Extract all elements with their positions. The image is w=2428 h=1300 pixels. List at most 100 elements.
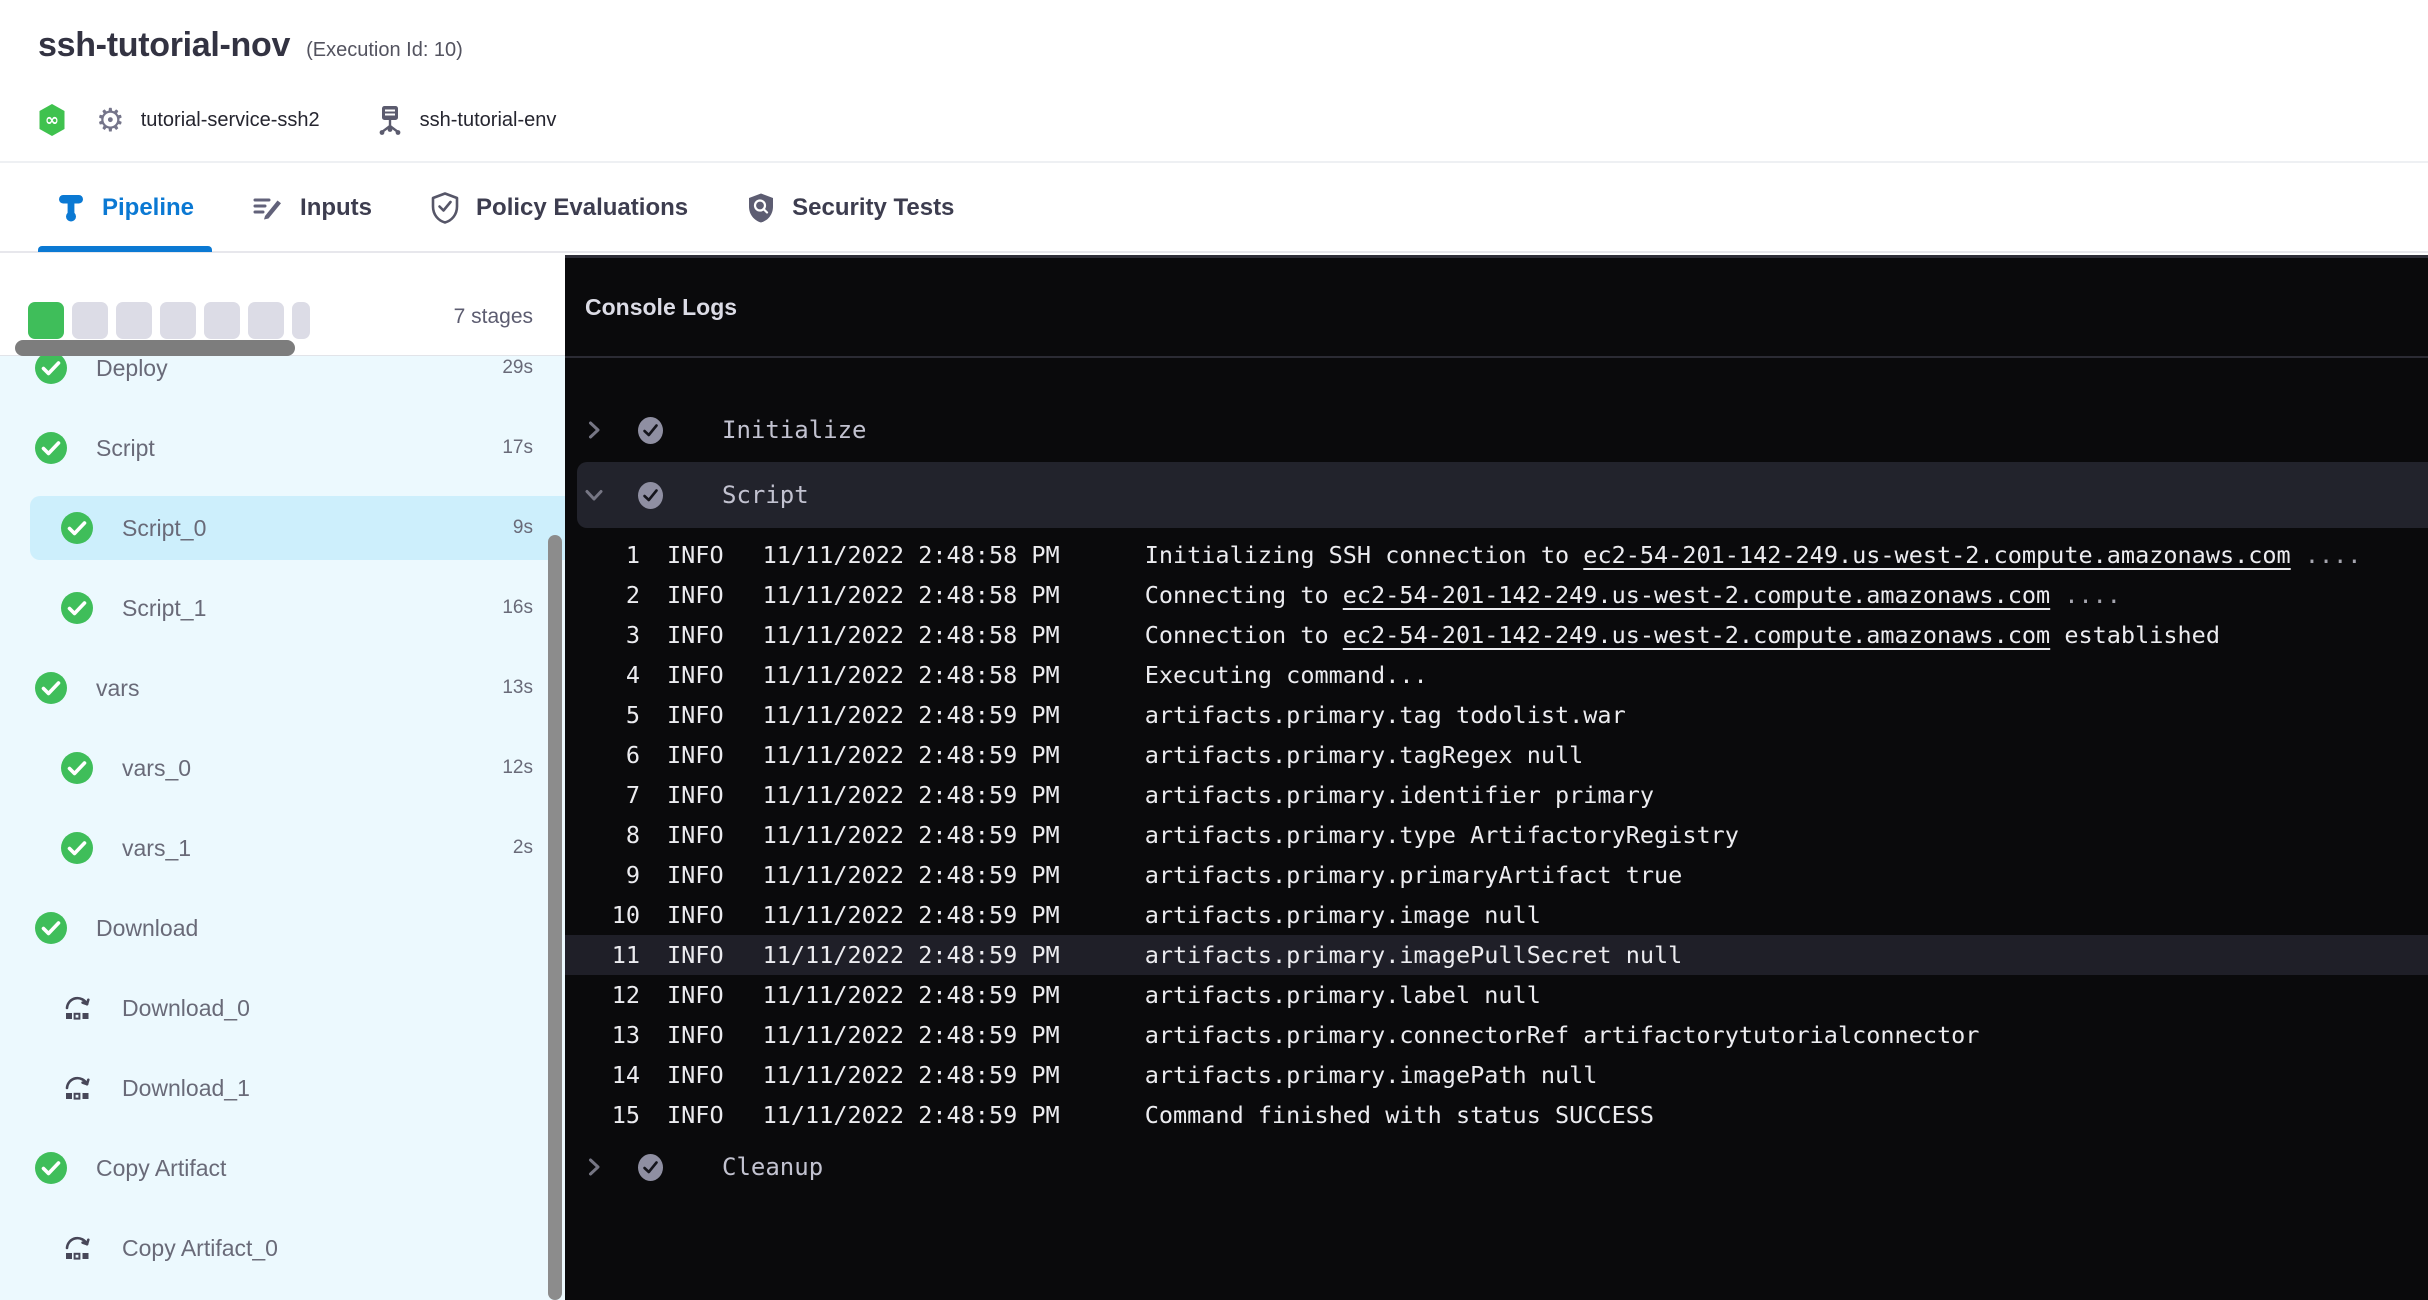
tab-pipeline[interactable]: Pipeline <box>56 164 194 252</box>
environment-name[interactable]: ssh-tutorial-env <box>420 109 557 132</box>
log-line-number: 2 <box>565 581 640 609</box>
log-level: INFO <box>667 1021 724 1049</box>
chevron-right-icon[interactable] <box>583 1156 605 1178</box>
stage-label: Script_1 <box>122 595 206 622</box>
success-check-icon <box>60 591 94 625</box>
log-line: 4INFO11/11/2022 2:48:58 PMExecuting comm… <box>565 655 2428 695</box>
policy-shield-check-icon <box>430 191 460 225</box>
stage-label: Script <box>96 435 155 462</box>
stage-row-script-0[interactable]: Script_0 9s <box>0 488 565 568</box>
stage-row-download[interactable]: Download <box>0 888 565 968</box>
log-section-script[interactable]: Script <box>577 462 2428 528</box>
log-message: artifacts.primary.type ArtifactoryRegist… <box>1145 821 1739 849</box>
stage-row-copy-artifact[interactable]: Copy Artifact <box>0 1128 565 1208</box>
stages-summary: 7 stages <box>0 255 565 356</box>
chevron-right-icon[interactable] <box>583 419 605 441</box>
log-host-link[interactable]: ec2-54-201-142-249.us-west-2.compute.ama… <box>1583 541 2290 569</box>
stage-label: vars_1 <box>122 835 191 862</box>
log-message-suffix: .... <box>2291 541 2362 569</box>
stage-progress <box>28 302 310 339</box>
service-name[interactable]: tutorial-service-ssh2 <box>141 109 320 132</box>
stage-row-deploy[interactable]: Deploy29s <box>0 356 565 408</box>
log-line-number: 5 <box>565 701 640 729</box>
log-level: INFO <box>667 781 724 809</box>
log-host-link[interactable]: ec2-54-201-142-249.us-west-2.compute.ama… <box>1343 621 2050 649</box>
log-section-title: Cleanup <box>722 1153 823 1181</box>
vertical-scrollbar[interactable] <box>548 535 562 1300</box>
progress-square <box>248 302 284 339</box>
console-body: InitializeScript1INFO11/11/2022 2:48:58 … <box>565 358 2428 1197</box>
stage-list-inner: Deploy29sScript17sScript_09sScript_116sv… <box>0 356 565 1288</box>
success-check-icon <box>34 911 68 945</box>
stage-row-script-1[interactable]: Script_116s <box>0 568 565 648</box>
log-message: Initializing SSH connection to ec2-54-20… <box>1145 541 2362 569</box>
log-message: artifacts.primary.connectorRef artifacto… <box>1145 1021 1980 1049</box>
log-level: INFO <box>667 621 724 649</box>
success-check-icon <box>637 416 664 445</box>
success-check-icon <box>60 511 94 545</box>
log-section-cleanup[interactable]: Cleanup <box>565 1137 2428 1197</box>
log-line: 13 INFO 11/11/2022 2:48:59 PM artifacts.pri… <box>565 1015 2428 1055</box>
log-line-number: 13 <box>565 1021 640 1049</box>
log-timestamp: 11/11/2022 2:48:59 PM <box>763 1021 1060 1049</box>
inputs-icon <box>252 192 284 224</box>
success-check-icon <box>60 831 94 865</box>
log-line: 3 INFO 11/11/2022 2:48:58 PM Connection to … <box>565 615 2428 655</box>
log-line: 14INFO11/11/2022 2:48:59 PMartifacts.pri… <box>565 1055 2428 1095</box>
log-message: Connection to ec2-54-201-142-249.us-west… <box>1145 621 2220 649</box>
console-header: Console Logs <box>565 258 2428 358</box>
stage-row-copy-artifact-0[interactable]: Copy Artifact_0 <box>0 1208 565 1288</box>
log-line: 12INFO11/11/2022 2:48:59 PMartifacts.pri… <box>565 975 2428 1015</box>
stage-row-vars-1[interactable]: vars_1 2s <box>0 808 565 888</box>
log-section-title: Script <box>722 481 809 509</box>
log-line-number: 3 <box>565 621 640 649</box>
tab-security-tests[interactable]: Security Tests <box>746 164 954 252</box>
log-line: 5INFO11/11/2022 2:48:59 PMartifacts.prim… <box>565 695 2428 735</box>
log-timestamp: 11/11/2022 2:48:59 PM <box>763 821 1060 849</box>
log-host-link[interactable]: ec2-54-201-142-249.us-west-2.compute.ama… <box>1343 581 2050 609</box>
progress-square <box>292 302 310 339</box>
tab-label: Policy Evaluations <box>476 194 688 222</box>
log-level: INFO <box>667 901 724 929</box>
log-line: 15INFO11/11/2022 2:48:59 PMCommand finis… <box>565 1095 2428 1135</box>
success-check-icon <box>637 481 664 510</box>
log-message: Command finished with status SUCCESS <box>1145 1101 1654 1129</box>
stage-duration: 9s <box>513 517 533 539</box>
chevron-down-icon[interactable] <box>583 484 605 506</box>
stage-row-download-1[interactable]: Download_1 <box>0 1048 565 1128</box>
log-level: INFO <box>667 981 724 1009</box>
stage-row-script[interactable]: Script17s <box>0 408 565 488</box>
log-timestamp: 11/11/2022 2:48:59 PM <box>763 861 1060 889</box>
log-level: INFO <box>667 701 724 729</box>
tab-inputs[interactable]: Inputs <box>252 164 372 252</box>
execution-content: 7 stages Deploy29sScript17sScript_09sScr… <box>0 255 2428 1300</box>
success-check-icon <box>34 671 68 705</box>
log-message: artifacts.primary.primaryArtifact true <box>1145 861 1683 889</box>
stage-duration: 29s <box>502 357 533 379</box>
progress-square <box>116 302 152 339</box>
log-timestamp: 11/11/2022 2:48:59 PM <box>763 981 1060 1009</box>
log-timestamp: 11/11/2022 2:48:59 PM <box>763 781 1060 809</box>
execution-tabs: Pipeline Inputs Policy Evaluations Secur… <box>0 165 2428 253</box>
console-panel: Console Logs InitializeScript1INFO11/11/… <box>565 255 2428 1300</box>
log-line-number: 10 <box>565 901 640 929</box>
log-timestamp: 11/11/2022 2:48:58 PM <box>763 541 1060 569</box>
stage-label: Script_0 <box>122 515 206 542</box>
log-timestamp: 11/11/2022 2:48:59 PM <box>763 941 1060 969</box>
log-message: artifacts.primary.image null <box>1145 901 1541 929</box>
log-level: INFO <box>667 741 724 769</box>
log-timestamp: 11/11/2022 2:48:58 PM <box>763 621 1060 649</box>
log-message-suffix: .... <box>2050 581 2121 609</box>
stage-row-vars-0[interactable]: vars_012s <box>0 728 565 808</box>
stage-row-download-0[interactable]: Download_0 <box>0 968 565 1048</box>
log-section-initialize[interactable]: Initialize <box>565 398 2428 462</box>
stage-count-label: 7 stages <box>454 305 533 329</box>
stage-duration: 2s <box>513 837 533 859</box>
tab-policy-evaluations[interactable]: Policy Evaluations <box>430 164 688 252</box>
horizontal-scrollbar[interactable] <box>15 340 295 356</box>
log-line: 9INFO11/11/2022 2:48:59 PMartifacts.prim… <box>565 855 2428 895</box>
log-level: INFO <box>667 1061 724 1089</box>
stage-row-vars[interactable]: vars13s <box>0 648 565 728</box>
log-message: artifacts.primary.label null <box>1145 981 1541 1009</box>
log-timestamp: 11/11/2022 2:48:59 PM <box>763 741 1060 769</box>
